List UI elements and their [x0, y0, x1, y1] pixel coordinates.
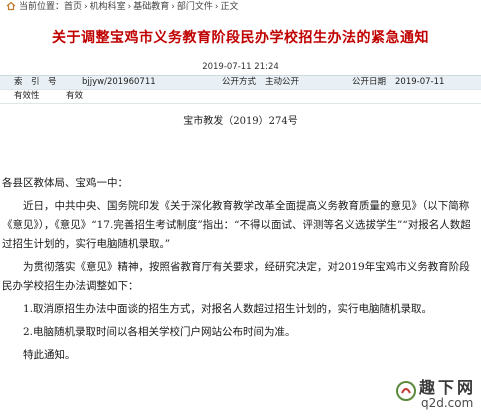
breadcrumb-separator: › [214, 2, 219, 12]
breadcrumb-home[interactable]: 首页 [64, 2, 82, 12]
breadcrumb: 当前位置：首页 › 机构科室 › 基础教育 › 部门文件 › 正文 [0, 0, 481, 14]
article-body: 各县区教体局、宝鸡一中： 近日，中共中央、国务院印发《关于深化教育教学改革全面提… [2, 174, 476, 365]
index-value: bjjyw/201960711 [82, 77, 156, 87]
watermark-domain: q2d.com [421, 396, 474, 410]
metadata-row: 有效性 有效 [0, 90, 481, 104]
public-date-label: 公开日期 [352, 77, 387, 87]
breadcrumb-separator: › [84, 2, 88, 12]
metadata-row: 索 引 号 bjjyw/201960711 公开方式 主动公开 公开日期 201… [0, 76, 481, 90]
document-number: 宝市教发（2019）274号 [183, 116, 298, 127]
validity-value: 有效 [66, 91, 84, 101]
publish-date: 2019-07-11 21:24 [202, 62, 279, 72]
breadcrumb-institutions[interactable]: 机构科室 [90, 2, 126, 12]
index-label: 索 引 号 [14, 77, 57, 87]
breadcrumb-prefix: 当前位置： [19, 2, 65, 12]
validity-label: 有效性 [14, 91, 40, 101]
breadcrumb-department-files[interactable]: 部门文件 [177, 2, 213, 12]
breadcrumb-current: 正文 [220, 2, 239, 12]
watermark-text: 趣下网 [419, 378, 477, 397]
breadcrumb-separator: › [127, 2, 132, 12]
public-mode-label: 公开方式 [222, 77, 257, 87]
closing: 特此通知。 [23, 349, 76, 361]
public-date-value: 2019-07-11 [395, 77, 445, 87]
metadata-table: 索 引 号 bjjyw/201960711 公开方式 主动公开 公开日期 201… [0, 75, 481, 104]
paragraph: 为贯彻落实《意见》精神，按照省教育厅有关要求，经研究决定，对2019年宝鸡市义务… [2, 261, 470, 292]
paragraph: 1.取消原招生办法中面谈的招生方式，对报名人数超过招生计划的，实行电脑随机录取。 [23, 303, 433, 315]
public-mode-value: 主动公开 [265, 77, 300, 87]
site-watermark: 趣下网 q2d.com [395, 372, 477, 416]
watermark-logo-icon [396, 381, 416, 401]
home-icon [6, 1, 16, 11]
paragraph: 2.电脑随机录取时间以各相关学校门户网站公布时间为准。 [23, 326, 296, 338]
paragraph: 近日，中共中央、国务院印发《关于深化教育教学改革全面提高义务教育质量的意见》（以… [2, 200, 471, 250]
breadcrumb-basic-education[interactable]: 基础教育 [133, 2, 169, 12]
article-title: 关于调整宝鸡市义务教育阶段民办学校招生办法的紧急通知 [52, 30, 429, 46]
salutation: 各县区教体局、宝鸡一中： [2, 177, 128, 189]
breadcrumb-separator: › [171, 2, 175, 12]
